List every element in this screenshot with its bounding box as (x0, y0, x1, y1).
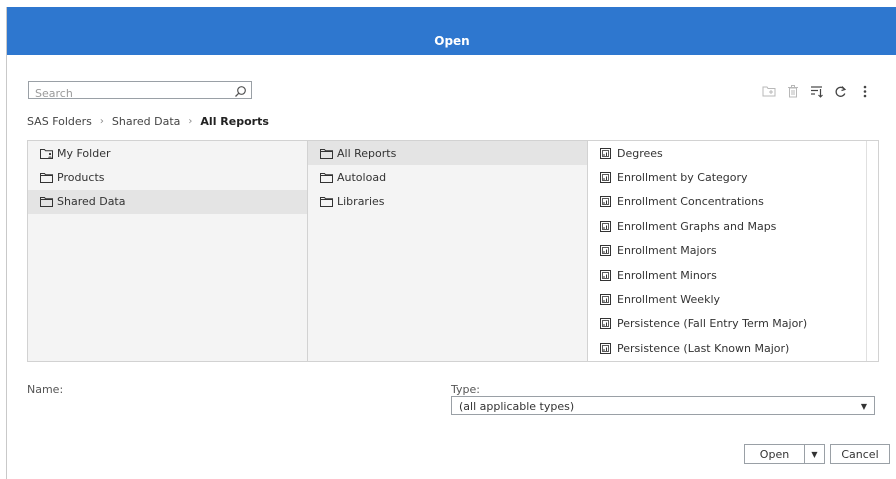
list-item[interactable]: All Reports (308, 141, 587, 166)
list-item-label: Persistence (Fall Entry Term Major) (617, 317, 808, 331)
user-folder-icon (40, 148, 53, 159)
caret-down-icon: ▼ (811, 449, 818, 459)
list-item-label: Libraries (337, 195, 385, 209)
list-item-label: Enrollment Graphs and Maps (617, 219, 777, 233)
breadcrumb: SAS Folders › Shared Data › All Reports (27, 115, 269, 128)
report-icon (600, 269, 613, 281)
list-item[interactable]: Persistence (Fall Entry Term Major) (588, 312, 866, 336)
caret-down-icon: ▼ (860, 402, 867, 411)
search-input[interactable] (29, 85, 225, 102)
folder-icon (320, 172, 333, 184)
open-button[interactable]: Open (744, 444, 805, 464)
folder-icon (320, 196, 333, 208)
list-item-label: My Folder (57, 146, 111, 160)
list-item-label: Shared Data (57, 195, 126, 209)
folder-icon (40, 196, 53, 208)
list-item-label: Enrollment Majors (617, 244, 717, 258)
new-folder-icon[interactable] (761, 84, 776, 99)
list-item[interactable]: Autoload (308, 165, 587, 189)
report-icon (600, 147, 613, 159)
type-select[interactable]: (all applicable types) ▼ (451, 396, 875, 415)
type-label: Type: (451, 383, 480, 396)
search-icon[interactable] (234, 83, 247, 97)
cancel-button[interactable]: Cancel (830, 444, 890, 464)
column-empty (867, 141, 878, 361)
folder-icon (40, 172, 53, 184)
list-item[interactable]: Persistence (Last Known Major) (588, 336, 866, 360)
chevron-right-icon: › (188, 116, 193, 127)
list-item[interactable]: Degrees (588, 141, 866, 165)
name-label: Name: (27, 383, 64, 396)
chevron-right-icon: › (99, 116, 104, 127)
list-item-label: Persistence (Last Known Major) (617, 341, 790, 355)
list-item[interactable]: Products (28, 165, 307, 189)
list-item-label: Enrollment Minors (617, 268, 717, 282)
type-select-value: (all applicable types) (459, 400, 575, 413)
column-shared-data: All Reports Autoload Libraries (308, 141, 588, 361)
report-icon (600, 172, 613, 184)
list-item-label: Enrollment Weekly (617, 293, 721, 307)
report-icon (600, 318, 613, 330)
report-icon (600, 294, 613, 306)
breadcrumb-item[interactable]: Shared Data (112, 115, 181, 128)
search-box[interactable] (28, 81, 252, 102)
more-icon[interactable] (857, 84, 872, 99)
list-item-label: All Reports (337, 146, 397, 160)
report-icon (600, 196, 613, 208)
column-all-reports: Degrees Enrollment by Category Enrollmen… (588, 141, 867, 361)
report-icon (600, 245, 613, 257)
report-icon (600, 220, 613, 232)
sort-icon[interactable] (809, 84, 824, 99)
breadcrumb-current: All Reports (200, 115, 269, 128)
list-item-label: Enrollment by Category (617, 171, 748, 185)
list-item[interactable]: Enrollment Majors (588, 239, 866, 263)
refresh-icon[interactable] (833, 84, 848, 99)
open-menu-button[interactable]: ▼ (805, 444, 825, 464)
list-item[interactable]: My Folder (28, 141, 307, 165)
breadcrumb-item[interactable]: SAS Folders (27, 115, 92, 128)
dialog-titlebar: Open (7, 7, 896, 55)
folder-browser: My Folder Products Shared Data All Repor… (27, 140, 879, 362)
list-item-label: Autoload (337, 171, 387, 185)
list-item[interactable]: Enrollment Minors (588, 263, 866, 287)
list-item-label: Products (57, 171, 105, 185)
list-item[interactable]: Enrollment Concentrations (588, 190, 866, 214)
list-item-label: Degrees (617, 146, 663, 160)
folder-icon (320, 148, 333, 159)
list-item[interactable]: Enrollment Graphs and Maps (588, 214, 866, 238)
list-item[interactable]: Enrollment by Category (588, 165, 866, 189)
report-icon (600, 342, 613, 354)
dialog-title: Open (434, 34, 470, 48)
list-item[interactable]: Libraries (308, 190, 587, 214)
list-item[interactable]: Shared Data (28, 189, 307, 215)
toolbar (761, 83, 872, 99)
list-item[interactable]: Enrollment Weekly (588, 287, 866, 311)
column-root: My Folder Products Shared Data (28, 141, 308, 361)
open-button-group: Open ▼ (744, 444, 825, 464)
list-item-label: Enrollment Concentrations (617, 195, 764, 209)
delete-icon[interactable] (785, 84, 800, 99)
